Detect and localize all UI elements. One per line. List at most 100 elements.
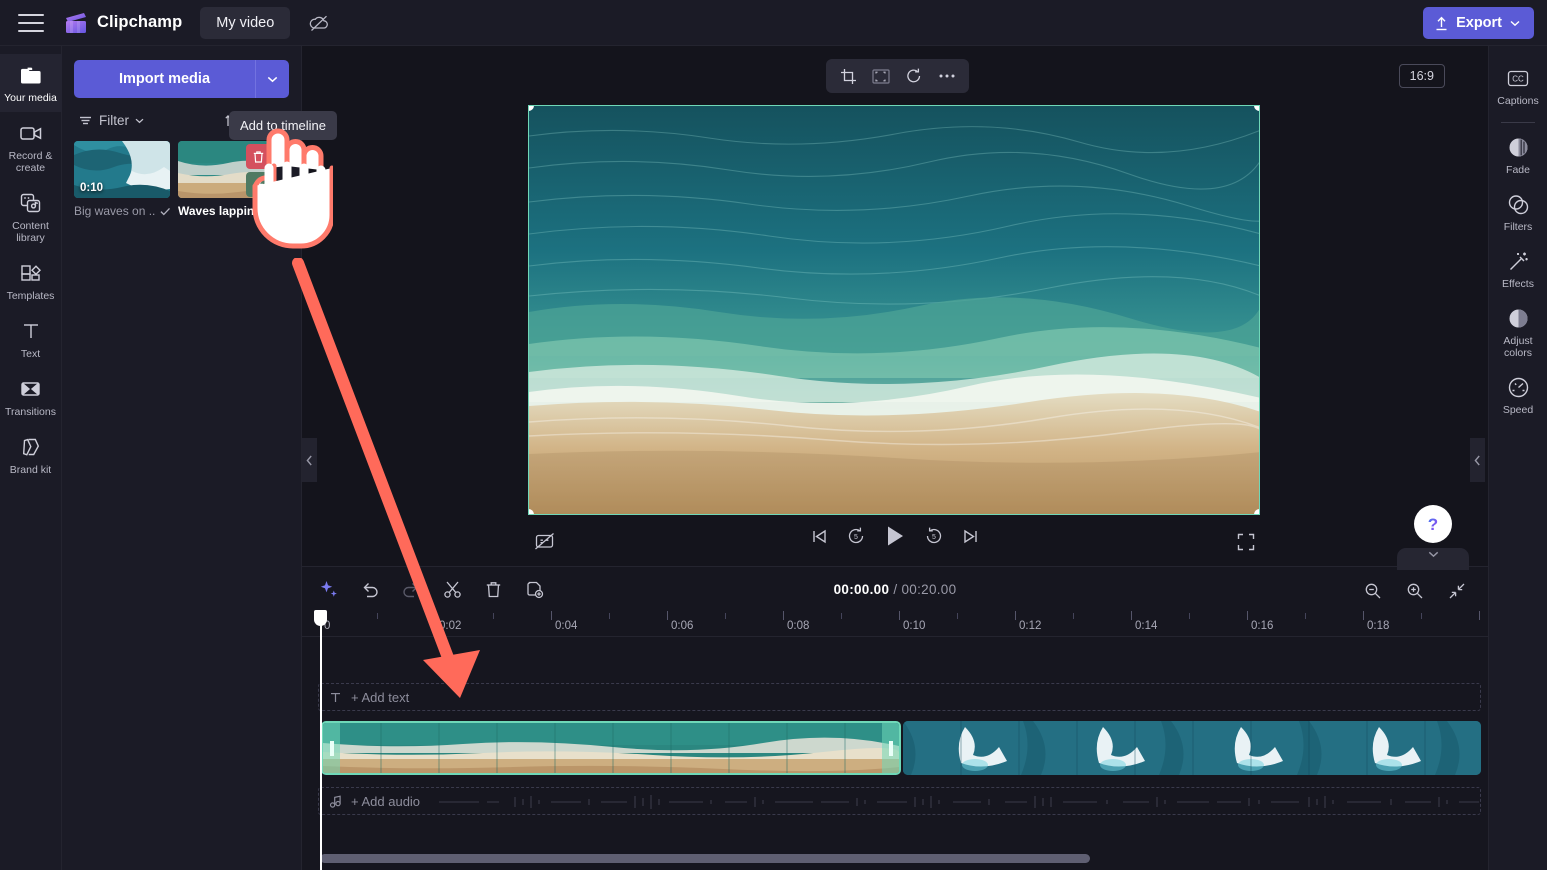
properties-item-speed[interactable]: Speed bbox=[1489, 367, 1547, 424]
text-t-icon bbox=[329, 691, 342, 704]
sidebar-item-label: Transitions bbox=[5, 406, 56, 418]
ruler-label: 0:12 bbox=[1019, 620, 1041, 632]
play-button[interactable] bbox=[884, 524, 906, 548]
video-canvas[interactable] bbox=[528, 105, 1260, 515]
project-name-field[interactable]: My video bbox=[200, 7, 290, 39]
media-hover-actions bbox=[246, 144, 271, 197]
rewind-5-icon[interactable]: 5 bbox=[846, 526, 866, 546]
clip-trim-handle-left[interactable] bbox=[323, 723, 340, 773]
ruler-label: 0:04 bbox=[555, 620, 577, 632]
clip-trim-handle-right[interactable] bbox=[882, 723, 899, 773]
timeline-clip-waves-lapping[interactable] bbox=[321, 721, 901, 775]
filter-label: Filter bbox=[99, 113, 129, 128]
ruler-label: 0:10 bbox=[903, 620, 925, 632]
sidebar-item-transitions[interactable]: Transitions bbox=[0, 368, 62, 426]
export-label: Export bbox=[1456, 15, 1502, 31]
transitions-icon bbox=[19, 377, 43, 401]
check-icon bbox=[160, 207, 170, 216]
fit-timeline-icon[interactable] bbox=[1444, 578, 1470, 604]
playback-controls: 5 5 bbox=[811, 524, 979, 548]
time-separator: / bbox=[893, 582, 897, 597]
properties-item-filters[interactable]: Filters bbox=[1489, 184, 1547, 241]
properties-sidebar: CC Captions Fade Filters Effects bbox=[1488, 46, 1547, 870]
timeline-tracks: + Add text bbox=[302, 637, 1488, 852]
cloud-off-icon[interactable] bbox=[302, 7, 336, 39]
ruler-label: 0:18 bbox=[1367, 620, 1389, 632]
chevron-down-icon bbox=[267, 76, 278, 83]
zoom-out-icon[interactable] bbox=[1360, 578, 1386, 604]
fade-icon bbox=[1506, 135, 1530, 159]
text-icon bbox=[19, 319, 43, 343]
chevron-left-icon bbox=[306, 455, 313, 466]
filter-icon bbox=[78, 114, 93, 127]
duplicate-icon[interactable] bbox=[521, 576, 547, 602]
delete-trash-icon[interactable] bbox=[480, 576, 506, 602]
cc-icon: CC bbox=[1506, 66, 1530, 90]
brand-logo-link[interactable]: Clipchamp bbox=[64, 12, 182, 34]
timeline-clip-big-waves[interactable] bbox=[903, 721, 1481, 775]
sidebar-item-label: Record & create bbox=[2, 150, 60, 174]
timeline-horizontal-scrollbar[interactable] bbox=[320, 854, 1090, 863]
import-media-row: Import media bbox=[74, 60, 289, 98]
audio-waveform-preview bbox=[319, 788, 1482, 816]
rotate-icon[interactable] bbox=[899, 62, 929, 90]
zoom-in-icon[interactable] bbox=[1402, 578, 1428, 604]
clip-thumbnails bbox=[903, 721, 1481, 775]
timeline-playhead[interactable] bbox=[320, 611, 322, 870]
sidebar-item-templates[interactable]: Templates bbox=[0, 252, 62, 310]
help-collapse-button[interactable] bbox=[1397, 548, 1469, 570]
aspect-ratio-badge[interactable]: 16:9 bbox=[1399, 64, 1445, 88]
help-button[interactable]: ? bbox=[1414, 505, 1452, 543]
timeline-zoom-controls bbox=[1360, 578, 1470, 604]
skip-to-end-icon[interactable] bbox=[962, 528, 979, 545]
timeline-ruler[interactable]: 0 0:02 0:04 0:06 0:08 0:10 0:12 0:14 0:1… bbox=[302, 611, 1488, 637]
svg-text:5: 5 bbox=[932, 534, 936, 541]
properties-item-label: Fade bbox=[1506, 164, 1530, 176]
sidebar-item-label: Brand kit bbox=[10, 464, 51, 476]
properties-item-captions[interactable]: CC Captions bbox=[1489, 58, 1547, 115]
sidebar-item-content-library[interactable]: Content library bbox=[0, 182, 62, 252]
resize-handle-br[interactable] bbox=[1254, 509, 1260, 515]
top-bar: Clipchamp My video Export bbox=[0, 0, 1547, 46]
chevron-down-icon bbox=[135, 118, 144, 124]
preview-area: 16:9 bbox=[302, 46, 1488, 566]
fit-frame-icon[interactable] bbox=[866, 62, 896, 90]
collapse-media-panel-button[interactable] bbox=[302, 438, 317, 482]
properties-item-fade[interactable]: Fade bbox=[1489, 127, 1547, 184]
collapse-properties-panel-button[interactable] bbox=[1470, 438, 1485, 482]
import-media-button[interactable]: Import media bbox=[74, 60, 255, 98]
import-media-dropdown[interactable] bbox=[255, 60, 289, 98]
export-button[interactable]: Export bbox=[1423, 7, 1534, 39]
ruler-label: 0:02 bbox=[439, 620, 461, 632]
question-mark-icon: ? bbox=[1423, 513, 1443, 535]
fullscreen-icon[interactable] bbox=[1237, 533, 1255, 556]
hamburger-icon[interactable] bbox=[18, 14, 44, 32]
media-item-waves-lapping[interactable]: Waves lappin... bbox=[178, 141, 274, 218]
crop-icon[interactable] bbox=[833, 62, 863, 90]
timeline-panel: 00:00.00 / 00:20.00 0 0:02 0:04 0:06 0: bbox=[302, 566, 1488, 870]
add-audio-track[interactable]: + Add audio bbox=[318, 787, 1481, 815]
properties-item-adjust-colors[interactable]: Adjust colors bbox=[1489, 298, 1547, 367]
media-item-big-waves[interactable]: 0:10 Big waves on ... bbox=[74, 141, 170, 218]
split-scissors-icon[interactable] bbox=[439, 576, 465, 602]
more-options-icon[interactable] bbox=[932, 62, 962, 90]
undo-icon[interactable] bbox=[357, 576, 383, 602]
add-to-timeline-button[interactable] bbox=[246, 172, 271, 197]
skip-to-start-icon[interactable] bbox=[811, 528, 828, 545]
sidebar-item-record-create[interactable]: Record & create bbox=[0, 112, 62, 182]
delete-media-button[interactable] bbox=[246, 144, 271, 169]
properties-item-effects[interactable]: Effects bbox=[1489, 241, 1547, 298]
properties-item-label: Speed bbox=[1503, 404, 1533, 416]
add-text-track[interactable]: + Add text bbox=[318, 683, 1481, 711]
playhead-knob[interactable] bbox=[314, 610, 327, 626]
sidebar-item-your-media[interactable]: Your media bbox=[0, 54, 62, 112]
captions-off-icon[interactable] bbox=[534, 532, 555, 556]
forward-5-icon[interactable]: 5 bbox=[924, 526, 944, 546]
properties-item-label: Adjust colors bbox=[1491, 335, 1546, 359]
sidebar-item-text[interactable]: Text bbox=[0, 310, 62, 368]
sidebar-item-brand-kit[interactable]: Brand kit bbox=[0, 426, 62, 484]
redo-icon[interactable] bbox=[398, 576, 424, 602]
filter-button[interactable]: Filter bbox=[78, 113, 144, 128]
ai-sparkle-icon[interactable] bbox=[316, 576, 342, 602]
your-media-panel: Import media Filter Sort bbox=[62, 46, 302, 870]
